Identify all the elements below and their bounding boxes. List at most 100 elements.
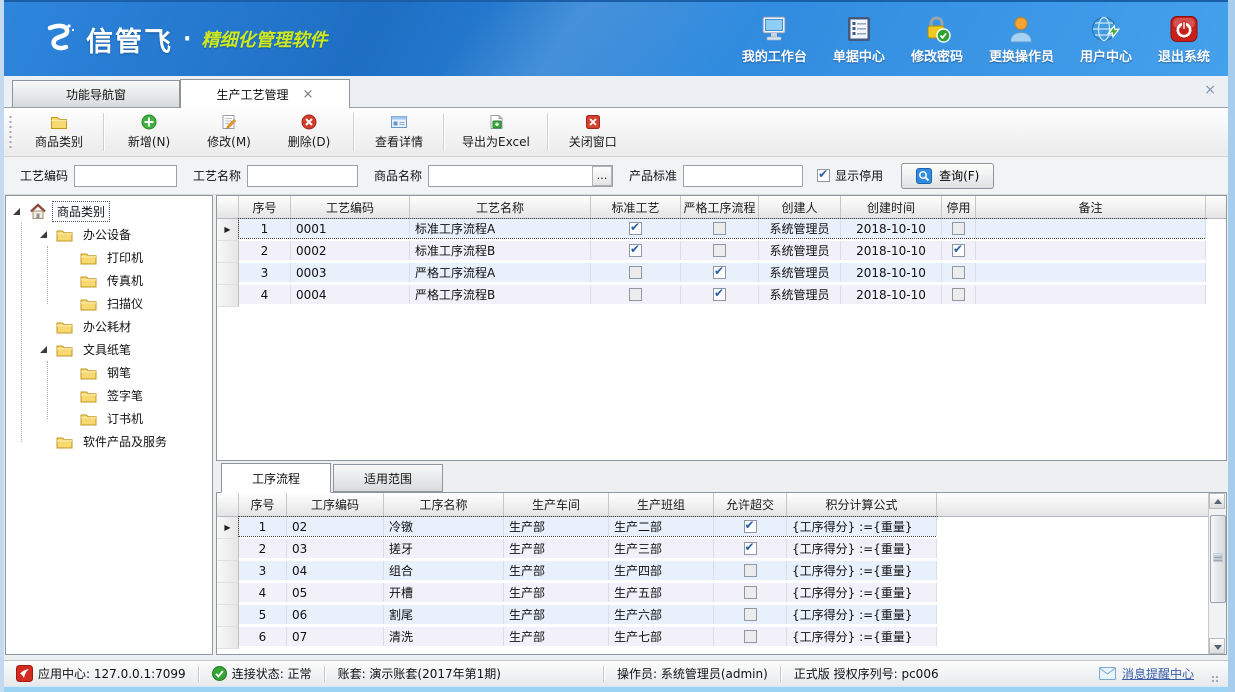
tree-item-office-supplies[interactable]: 办公耗材	[6, 315, 212, 338]
tree-item-stationery[interactable]: 文具纸笔	[6, 338, 212, 361]
show-disabled-checkbox[interactable]: 显示停用	[817, 167, 883, 184]
header-score-formula[interactable]: 积分计算公式	[787, 493, 937, 516]
header-created-time[interactable]: 创建时间	[841, 196, 942, 218]
over-delivery-checkbox[interactable]	[744, 542, 757, 555]
table-row[interactable]: 6 07 清洗 生产部 生产七部 {工序得分} :={重量}	[217, 627, 1226, 649]
header-nav: 我的工作台 单据中心	[742, 13, 1210, 65]
query-button[interactable]: 查询(F)	[901, 163, 994, 189]
over-delivery-checkbox[interactable]	[744, 520, 757, 533]
over-delivery-checkbox[interactable]	[744, 586, 757, 599]
product-name-input[interactable]	[428, 165, 613, 187]
standard-checkbox[interactable]	[629, 266, 642, 279]
tab-process-steps[interactable]: 工序流程	[221, 463, 331, 493]
exit-power-icon	[1169, 13, 1199, 43]
header-disabled[interactable]: 停用	[942, 196, 976, 218]
table-row[interactable]: 1 0001 标准工序流程A 系统管理员 2018-10-10	[217, 219, 1226, 241]
header-strict-flow[interactable]: 严格工序流程	[681, 196, 759, 218]
nav-change-password[interactable]: 修改密码	[911, 13, 963, 65]
disabled-checkbox[interactable]	[952, 222, 965, 235]
resize-grip[interactable]	[1211, 675, 1219, 683]
add-button[interactable]: 新增(N)	[109, 110, 189, 154]
scroll-up-icon[interactable]	[1209, 493, 1225, 509]
tree-item-scanner[interactable]: 扫描仪	[6, 292, 212, 315]
tree-item-fax[interactable]: 传真机	[6, 269, 212, 292]
delete-button[interactable]: 删除(D)	[269, 110, 349, 154]
tree-item-stapler[interactable]: 订书机	[6, 407, 212, 430]
vertical-scrollbar[interactable]	[1208, 493, 1226, 654]
export-excel-button[interactable]: 导出为Excel	[449, 110, 543, 154]
folder-icon	[80, 412, 97, 426]
category-button[interactable]: 商品类别	[19, 110, 99, 154]
tab-production-process-mgmt[interactable]: 生产工艺管理 ×	[180, 79, 350, 108]
nav-user-center[interactable]: 用户中心	[1080, 13, 1132, 65]
tree-item-sign-pen[interactable]: 签字笔	[6, 384, 212, 407]
toolbar-grip[interactable]	[8, 115, 13, 149]
nav-my-workbench[interactable]: 我的工作台	[742, 13, 807, 65]
over-delivery-checkbox[interactable]	[744, 608, 757, 621]
nav-switch-operator[interactable]: 更换操作员	[989, 13, 1054, 65]
tab-close-icon[interactable]: ×	[303, 87, 314, 102]
product-standard-input[interactable]	[683, 165, 803, 187]
header-remark[interactable]: 备注	[976, 196, 1206, 218]
header-standard[interactable]: 标准工艺	[591, 196, 681, 218]
strict-checkbox[interactable]	[713, 266, 726, 279]
current-row-marker-icon[interactable]	[217, 219, 239, 241]
checkbox-icon[interactable]	[817, 169, 830, 182]
nav-document-center[interactable]: 单据中心	[833, 13, 885, 65]
step-table-header: 序号 工序编码 工序名称 生产车间 生产班组 允许超交 积分计算公式	[217, 493, 1226, 517]
tree-item-root[interactable]: 商品类别	[6, 200, 212, 223]
table-row[interactable]: 3 0003 严格工序流程A 系统管理员 2018-10-10	[217, 263, 1226, 285]
process-name-input[interactable]	[247, 165, 358, 187]
tree-item-software-services[interactable]: 软件产品及服务	[6, 430, 212, 453]
header-workshop[interactable]: 生产车间	[504, 493, 609, 516]
header-step-code[interactable]: 工序编码	[287, 493, 384, 516]
edit-button[interactable]: 修改(M)	[189, 110, 269, 154]
table-row[interactable]: 5 06 割尾 生产部 生产六部 {工序得分} :={重量}	[217, 605, 1226, 627]
table-row[interactable]: 2 03 搓牙 生产部 生产三部 {工序得分} :={重量}	[217, 539, 1226, 561]
process-code-input[interactable]	[74, 165, 177, 187]
scroll-down-icon[interactable]	[1209, 638, 1225, 654]
tree-expander-icon[interactable]	[40, 231, 47, 238]
header-seq[interactable]: 序号	[239, 493, 287, 516]
table-row[interactable]: 1 02 冷镦 生产部 生产二部 {工序得分} :={重量}	[217, 517, 1226, 539]
scrollbar-thumb[interactable]	[1210, 515, 1226, 603]
tree-expander-icon[interactable]	[13, 208, 20, 215]
tab-function-nav[interactable]: 功能导航窗	[12, 80, 180, 107]
strict-checkbox[interactable]	[713, 288, 726, 301]
product-browse-button[interactable]: …	[592, 166, 612, 186]
pane-close-icon[interactable]: ×	[1204, 82, 1216, 98]
header-process-code[interactable]: 工艺编码	[291, 196, 410, 218]
disabled-checkbox[interactable]	[952, 244, 965, 257]
header-team[interactable]: 生产班组	[609, 493, 714, 516]
header-creator[interactable]: 创建人	[759, 196, 841, 218]
header-process-name[interactable]: 工艺名称	[410, 196, 591, 218]
tree-item-printer[interactable]: 打印机	[6, 246, 212, 269]
view-details-button[interactable]: 查看详情	[359, 110, 439, 154]
table-row[interactable]: 4 0004 严格工序流程B 系统管理员 2018-10-10	[217, 285, 1226, 307]
disabled-checkbox[interactable]	[952, 288, 965, 301]
header-selector	[217, 196, 239, 218]
disabled-checkbox[interactable]	[952, 266, 965, 279]
standard-checkbox[interactable]	[629, 244, 642, 257]
tab-applicable-scope[interactable]: 适用范围	[333, 464, 443, 492]
standard-checkbox[interactable]	[629, 222, 642, 235]
table-row[interactable]: 4 05 开槽 生产部 生产五部 {工序得分} :={重量}	[217, 583, 1226, 605]
over-delivery-checkbox[interactable]	[744, 564, 757, 577]
delete-icon	[301, 114, 317, 130]
over-delivery-checkbox[interactable]	[744, 630, 757, 643]
close-window-button[interactable]: 关闭窗口	[553, 110, 633, 154]
message-center-link[interactable]: 消息提醒中心	[1099, 665, 1194, 682]
tree-item-pen[interactable]: 钢笔	[6, 361, 212, 384]
current-row-marker-icon[interactable]	[217, 517, 239, 539]
strict-checkbox[interactable]	[713, 244, 726, 257]
strict-checkbox[interactable]	[713, 222, 726, 235]
header-over-delivery[interactable]: 允许超交	[714, 493, 787, 516]
nav-exit-system[interactable]: 退出系统	[1158, 13, 1210, 65]
standard-checkbox[interactable]	[629, 288, 642, 301]
header-seq[interactable]: 序号	[239, 196, 291, 218]
tree-expander-icon[interactable]	[40, 346, 47, 353]
table-row[interactable]: 3 04 组合 生产部 生产四部 {工序得分} :={重量}	[217, 561, 1226, 583]
header-step-name[interactable]: 工序名称	[384, 493, 504, 516]
tree-item-office-equipment[interactable]: 办公设备	[6, 223, 212, 246]
table-row[interactable]: 2 0002 标准工序流程B 系统管理员 2018-10-10	[217, 241, 1226, 263]
